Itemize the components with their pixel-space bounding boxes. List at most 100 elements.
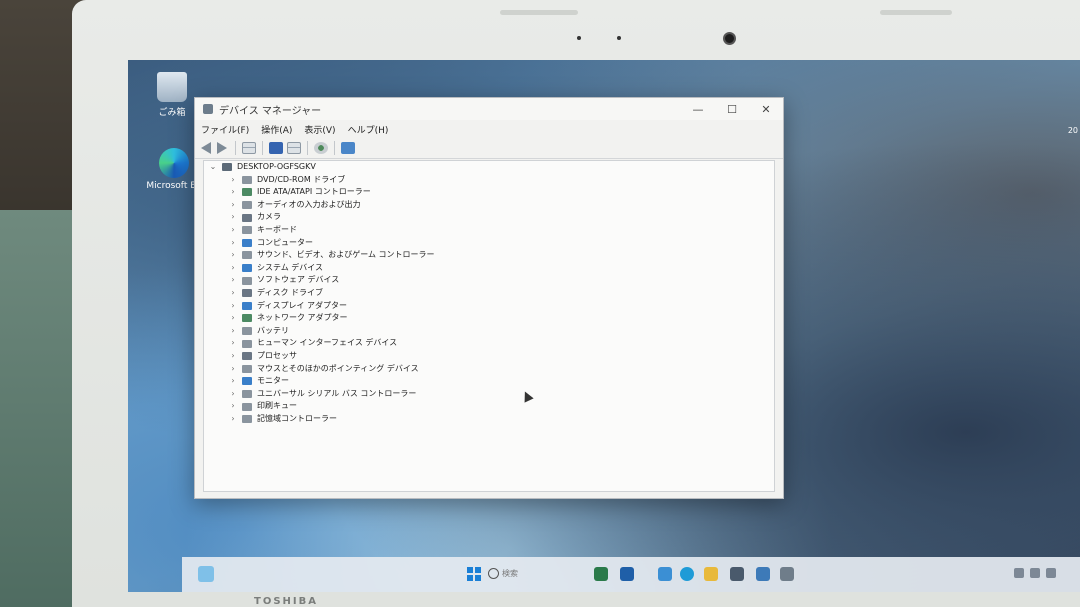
sensor-dot	[617, 36, 621, 40]
menu-action[interactable]: 操作(A)	[261, 123, 292, 136]
folder-icon[interactable]	[704, 567, 718, 581]
network-icon[interactable]	[1014, 568, 1024, 578]
tree-item-label: ディスク ドライブ	[257, 287, 323, 297]
chevron-right-icon[interactable]: ›	[228, 325, 238, 338]
tree-item[interactable]: › ソフトウェア デバイス	[228, 274, 774, 287]
toolbar-separator	[235, 141, 236, 155]
tree-item[interactable]: › ヒューマン インターフェイス デバイス	[228, 337, 774, 350]
device-manager-icon	[203, 104, 213, 114]
storage-controller-icon	[242, 415, 252, 424]
device-tree-pane: ⌄ DESKTOP-OGFSGKV › DVD/CD-ROM ドライブ › IDE …	[203, 160, 775, 492]
sound-icon	[242, 251, 252, 260]
menu-view[interactable]: 表示(V)	[304, 123, 335, 136]
tree-item-label: キーボード	[257, 224, 297, 234]
chevron-right-icon[interactable]: ›	[228, 388, 238, 401]
tree-item[interactable]: › オーディオの入力および出力	[228, 199, 774, 212]
tree-item-label: ソフトウェア デバイス	[257, 275, 340, 285]
chevron-right-icon[interactable]: ›	[228, 224, 238, 237]
chevron-right-icon[interactable]: ›	[228, 274, 238, 287]
network-adapter-icon	[242, 314, 252, 323]
tree-item[interactable]: › 印刷キュー	[228, 400, 774, 413]
chevron-right-icon[interactable]: ›	[228, 262, 238, 275]
device-manager-taskbar-icon[interactable]	[756, 567, 770, 581]
chevron-right-icon[interactable]: ›	[228, 174, 238, 187]
minimize-button[interactable]: —	[681, 103, 715, 116]
tree-item[interactable]: › DVD/CD-ROM ドライブ	[228, 174, 774, 187]
tree-item-label: プロセッサ	[257, 350, 297, 360]
processor-icon	[242, 352, 252, 361]
chevron-down-icon[interactable]: ⌄	[208, 161, 218, 174]
list-view-icon[interactable]	[287, 142, 301, 154]
store-icon[interactable]	[730, 567, 744, 581]
tree-item[interactable]: › マウスとそのほかのポインティング デバイス	[228, 363, 774, 376]
maximize-button[interactable]: ☐	[715, 103, 749, 116]
start-button[interactable]	[467, 567, 481, 581]
tree-item[interactable]: › プロセッサ	[228, 350, 774, 363]
chevron-right-icon[interactable]: ›	[228, 312, 238, 325]
tree-item-label: ユニバーサル シリアル バス コントローラー	[257, 388, 417, 398]
tree-item[interactable]: › IDE ATA/ATAPI コントローラー	[228, 186, 774, 199]
tree-item[interactable]: › キーボード	[228, 224, 774, 237]
task-view-icon[interactable]	[594, 567, 608, 581]
chevron-right-icon[interactable]: ›	[228, 300, 238, 313]
volume-icon[interactable]	[1030, 568, 1040, 578]
search-label[interactable]: 検索	[502, 568, 518, 579]
monitor-icon	[242, 377, 252, 386]
chevron-right-icon[interactable]: ›	[228, 249, 238, 262]
tree-item[interactable]: › モニター	[228, 375, 774, 388]
toolbar	[195, 138, 783, 159]
chevron-right-icon[interactable]: ›	[228, 350, 238, 363]
desktop-icon-recycle-bin[interactable]: ごみ箱	[144, 72, 200, 118]
toolbar-separator	[334, 141, 335, 155]
mail-icon[interactable]	[658, 567, 672, 581]
widgets-icon[interactable]	[198, 566, 214, 582]
tree-item[interactable]: › バッテリ	[228, 325, 774, 338]
close-button[interactable]: ✕	[749, 103, 783, 116]
tree-item[interactable]: › ユニバーサル シリアル バス コントローラー	[228, 388, 774, 401]
chevron-right-icon[interactable]: ›	[228, 199, 238, 212]
chevron-right-icon[interactable]: ›	[228, 363, 238, 376]
scan-hardware-icon[interactable]	[314, 142, 328, 154]
chevron-right-icon[interactable]: ›	[228, 237, 238, 250]
system-device-icon	[242, 264, 252, 273]
forward-arrow-icon[interactable]	[217, 142, 227, 154]
edge-browser-icon[interactable]	[680, 567, 694, 581]
computer-icon	[222, 163, 232, 172]
tree-item[interactable]: › ネットワーク アダプター	[228, 312, 774, 325]
chevron-right-icon[interactable]: ›	[228, 375, 238, 388]
settings-icon[interactable]	[780, 567, 794, 581]
file-explorer-icon[interactable]	[620, 567, 634, 581]
title-bar[interactable]: デバイス マネージャー — ☐ ✕	[195, 98, 783, 120]
battery-icon[interactable]	[1046, 568, 1056, 578]
tree-item[interactable]: › カメラ	[228, 211, 774, 224]
edge-browser-icon	[159, 148, 189, 178]
chevron-right-icon[interactable]: ›	[228, 186, 238, 199]
taskbar: 検索	[182, 557, 1080, 592]
menu-file[interactable]: ファイル(F)	[201, 123, 249, 136]
tree-item[interactable]: › コンピューター	[228, 237, 774, 250]
tree-item[interactable]: › ディスプレイ アダプター	[228, 300, 774, 313]
window-title: デバイス マネージャー	[219, 105, 322, 117]
tree-root[interactable]: ⌄ DESKTOP-OGFSGKV	[208, 161, 774, 174]
chevron-right-icon[interactable]: ›	[228, 337, 238, 350]
tree-item[interactable]: › 記憶域コントローラー	[228, 413, 774, 426]
tree-item-label: カメラ	[257, 212, 281, 222]
software-device-icon	[242, 276, 252, 285]
help-icon[interactable]	[269, 142, 283, 154]
tree-item[interactable]: › システム デバイス	[228, 262, 774, 275]
tree-item[interactable]: › サウンド、ビデオ、およびゲーム コントローラー	[228, 249, 774, 262]
chevron-right-icon[interactable]: ›	[228, 413, 238, 426]
menu-help[interactable]: ヘルプ(H)	[348, 123, 389, 136]
tree-item-label: ネットワーク アダプター	[257, 313, 348, 323]
properties-icon[interactable]	[242, 142, 256, 154]
tree-item-label: 印刷キュー	[257, 401, 297, 411]
back-arrow-icon[interactable]	[201, 142, 211, 154]
chevron-right-icon[interactable]: ›	[228, 287, 238, 300]
chevron-right-icon[interactable]: ›	[228, 211, 238, 224]
search-icon[interactable]	[488, 568, 499, 579]
tree-item[interactable]: › ディスク ドライブ	[228, 287, 774, 300]
monitor-icon[interactable]	[341, 142, 355, 154]
tree-item-label: IDE ATA/ATAPI コントローラー	[257, 187, 371, 197]
toolbar-separator	[262, 141, 263, 155]
chevron-right-icon[interactable]: ›	[228, 400, 238, 413]
